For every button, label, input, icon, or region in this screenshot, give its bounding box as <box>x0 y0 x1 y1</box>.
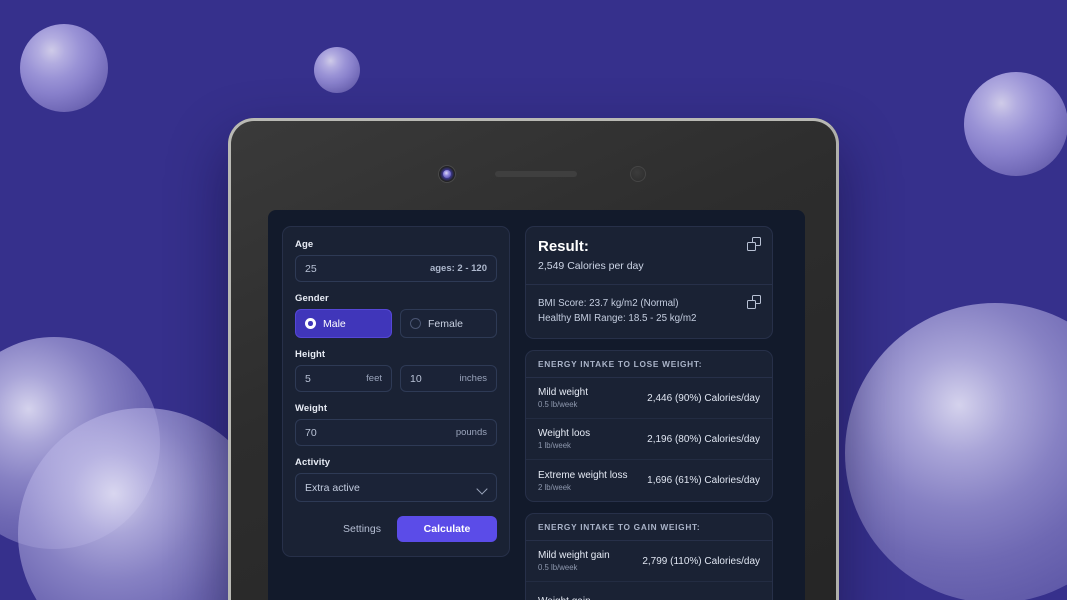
row-labels: Mild weight 0.5 lb/week <box>538 387 647 409</box>
row-rate: 2 lb/week <box>538 482 571 492</box>
height-label: Height <box>295 349 326 360</box>
age-value: 25 <box>305 262 317 275</box>
row-labels: Mild weight gain 0.5 lb/week <box>538 550 642 572</box>
activity-value: Extra active <box>305 481 360 494</box>
gender-group: Gender Male Female <box>295 293 497 338</box>
gender-option-female[interactable]: Female <box>400 309 497 338</box>
calculate-button[interactable]: Calculate <box>397 516 497 542</box>
row-name: Mild weight gain <box>538 550 610 562</box>
gender-label: Gender <box>295 293 329 304</box>
height-feet-unit: feet <box>366 373 382 384</box>
height-inches-unit: inches <box>459 373 487 384</box>
gain-weight-heading: ENERGY INTAKE TO GAIN WEIGHT: <box>526 514 772 542</box>
row-labels: Extreme weight loss 2 lb/week <box>538 470 647 492</box>
gain-weight-table: ENERGY INTAKE TO GAIN WEIGHT: Mild weigh… <box>525 513 773 600</box>
copy-icon-front <box>747 300 756 309</box>
row-value: 1,696 (61%) Calories/day <box>647 475 760 487</box>
height-inches-input[interactable]: 10 inches <box>400 365 497 392</box>
row-name: Weight gain <box>538 596 760 600</box>
camera-lens <box>443 170 451 178</box>
speaker-grille-icon <box>495 171 577 177</box>
weight-unit: pounds <box>455 427 487 438</box>
gender-female-label: Female <box>428 317 464 330</box>
table-row[interactable]: Mild weight 0.5 lb/week 2,446 (90%) Calo… <box>526 378 772 420</box>
tablet-device: Age 25 ages: 2 - 120 Gender Male Female … <box>228 118 839 600</box>
row-rate: 0.5 lb/week <box>538 563 578 573</box>
activity-group: Activity Extra active <box>295 457 497 502</box>
row-labels: Weight gain <box>538 596 760 600</box>
result-calories: 2,549 Calories per day <box>538 260 644 272</box>
decorative-sphere <box>964 72 1067 176</box>
results-column: Result: 2,549 Calories per day BMI Score… <box>525 226 773 600</box>
height-group: Height 5 feet 10 inches <box>295 349 497 392</box>
height-feet-input[interactable]: 5 feet <box>295 365 392 392</box>
row-name: Mild weight <box>538 387 589 399</box>
height-inches-value: 10 <box>410 372 422 385</box>
device-hardware-row <box>231 165 836 185</box>
height-inputs: 5 feet 10 inches <box>295 365 497 392</box>
row-rate: 1 lb/week <box>538 441 571 451</box>
tablet-bezel: Age 25 ages: 2 - 120 Gender Male Female … <box>231 121 836 600</box>
copy-icon[interactable] <box>747 295 761 309</box>
weight-value: 70 <box>305 426 317 439</box>
camera-icon <box>438 165 456 183</box>
result-bmi: BMI Score: 23.7 kg/m2 (Normal) Healthy B… <box>526 285 772 338</box>
age-input[interactable]: 25 ages: 2 - 120 <box>295 255 497 282</box>
lose-weight-table: ENERGY INTAKE TO LOSE WEIGHT: Mild weigh… <box>525 350 773 503</box>
scene: Age 25 ages: 2 - 120 Gender Male Female … <box>0 0 1067 600</box>
weight-input[interactable]: 70 pounds <box>295 419 497 446</box>
row-rate: 0.5 lb/week <box>538 400 578 410</box>
radio-icon <box>305 318 316 329</box>
row-value: 2,799 (110%) Calories/day <box>642 555 760 567</box>
form-actions: Settings Calculate <box>295 516 497 542</box>
settings-button[interactable]: Settings <box>343 523 381 535</box>
decorative-sphere <box>0 337 160 549</box>
table-row[interactable]: Weight loos 1 lb/week 2,196 (80%) Calori… <box>526 419 772 461</box>
weight-group: Weight 70 pounds <box>295 403 497 446</box>
result-card: Result: 2,549 Calories per day BMI Score… <box>525 226 773 340</box>
form-column: Age 25 ages: 2 - 120 Gender Male Female … <box>282 226 510 600</box>
height-feet-value: 5 <box>305 372 311 385</box>
age-group: Age 25 ages: 2 - 120 <box>295 239 497 282</box>
age-hint: ages: 2 - 120 <box>429 263 487 274</box>
row-labels: Weight loos 1 lb/week <box>538 428 647 450</box>
gender-option-male[interactable]: Male <box>295 309 392 338</box>
row-name: Extreme weight loss <box>538 469 628 481</box>
bmi-range: Healthy BMI Range: 18.5 - 25 kg/m2 <box>538 313 697 325</box>
radio-icon <box>410 318 421 329</box>
activity-label: Activity <box>295 457 331 468</box>
chevron-down-icon <box>477 485 487 491</box>
decorative-sphere <box>20 24 108 112</box>
table-row[interactable]: Weight gain <box>526 582 772 600</box>
activity-select[interactable]: Extra active <box>295 473 497 502</box>
decorative-sphere <box>845 303 1067 600</box>
bmi-score: BMI Score: 23.7 kg/m2 (Normal) <box>538 298 679 309</box>
row-value: 2,446 (90%) Calories/day <box>647 392 760 404</box>
result-title: Result: <box>538 238 589 255</box>
age-label: Age <box>295 239 314 250</box>
weight-label: Weight <box>295 403 328 414</box>
table-row[interactable]: Extreme weight loss 2 lb/week 1,696 (61%… <box>526 460 772 501</box>
calculator-form: Age 25 ages: 2 - 120 Gender Male Female … <box>282 226 510 557</box>
result-summary: Result: 2,549 Calories per day <box>526 227 772 285</box>
app-screen: Age 25 ages: 2 - 120 Gender Male Female … <box>268 210 805 600</box>
sensor-icon <box>630 166 646 182</box>
gender-male-label: Male <box>323 317 346 330</box>
decorative-sphere <box>314 47 360 93</box>
row-value: 2,196 (80%) Calories/day <box>647 433 760 445</box>
gender-options: Male Female <box>295 309 497 338</box>
lose-weight-heading: ENERGY INTAKE TO LOSE WEIGHT: <box>526 351 772 379</box>
row-name: Weight loos <box>538 428 591 440</box>
copy-icon-front <box>747 242 756 251</box>
table-row[interactable]: Mild weight gain 0.5 lb/week 2,799 (110%… <box>526 541 772 583</box>
copy-icon[interactable] <box>747 237 761 251</box>
